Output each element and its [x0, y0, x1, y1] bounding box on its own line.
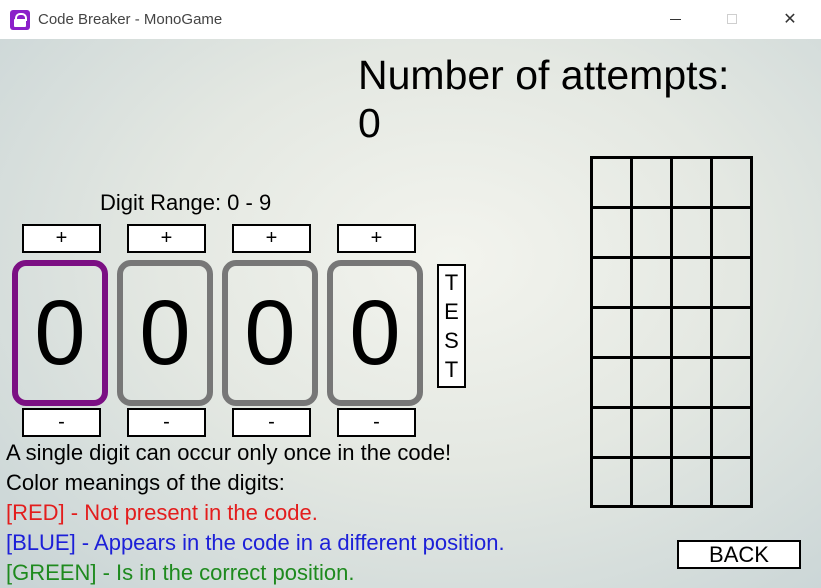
test-letter: T	[444, 357, 459, 382]
digit-4-display[interactable]: 0	[327, 260, 423, 406]
blue-legend: [BLUE] - Appears in the code in a differ…	[6, 530, 505, 555]
grid-line	[593, 256, 750, 259]
digit-range-label: Digit Range: 0 - 9	[100, 190, 272, 215]
test-letter: S	[444, 328, 459, 353]
grid-line	[593, 406, 750, 409]
unique-digit-message: A single digit can occur only once in th…	[6, 440, 452, 465]
digit-1-minus-button[interactable]: -	[22, 408, 101, 437]
digit-4-minus-button[interactable]: -	[337, 408, 416, 437]
digit-1-plus-button[interactable]: +	[22, 224, 101, 253]
test-letter: T	[444, 270, 459, 295]
maximize-button	[710, 0, 756, 39]
digit-3-display[interactable]: 0	[222, 260, 318, 406]
minimize-icon	[670, 19, 681, 20]
attempts-display: Number of attempts: 0	[358, 51, 729, 147]
window-title: Code Breaker - MonoGame	[38, 11, 223, 28]
digit-2-plus-button[interactable]: +	[127, 224, 206, 253]
red-legend: [RED] - Not present in the code.	[6, 500, 318, 525]
lock-icon	[10, 10, 30, 30]
grid-line	[593, 456, 750, 459]
title-bar: Code Breaker - MonoGame ✕	[0, 0, 821, 39]
grid-line	[593, 306, 750, 309]
digit-3-plus-button[interactable]: +	[232, 224, 311, 253]
digit-2-minus-button[interactable]: -	[127, 408, 206, 437]
green-legend: [GREEN] - Is in the correct position.	[6, 560, 355, 585]
grid-line	[593, 356, 750, 359]
grid-line	[593, 206, 750, 209]
minimize-button[interactable]	[653, 0, 699, 39]
back-button[interactable]: BACK	[677, 540, 801, 569]
close-button[interactable]: ✕	[767, 0, 813, 39]
color-meanings-heading: Color meanings of the digits:	[6, 470, 285, 495]
digit-4-plus-button[interactable]: +	[337, 224, 416, 253]
close-icon: ✕	[783, 11, 797, 28]
maximize-icon	[727, 14, 737, 24]
grid-line	[630, 159, 633, 505]
grid-line	[670, 159, 673, 505]
attempts-label: Number of attempts:	[358, 52, 730, 98]
test-letter: E	[444, 299, 459, 324]
digit-2-display[interactable]: 0	[117, 260, 213, 406]
digit-3-minus-button[interactable]: -	[232, 408, 311, 437]
attempts-count: 0	[358, 100, 381, 146]
digit-1-display[interactable]: 0	[12, 260, 108, 406]
grid-line	[710, 159, 713, 505]
test-button[interactable]: T E S T	[437, 264, 466, 388]
attempt-history-grid	[590, 156, 753, 508]
game-area: Number of attempts: 0 Digit Range: 0 - 9…	[0, 39, 821, 588]
